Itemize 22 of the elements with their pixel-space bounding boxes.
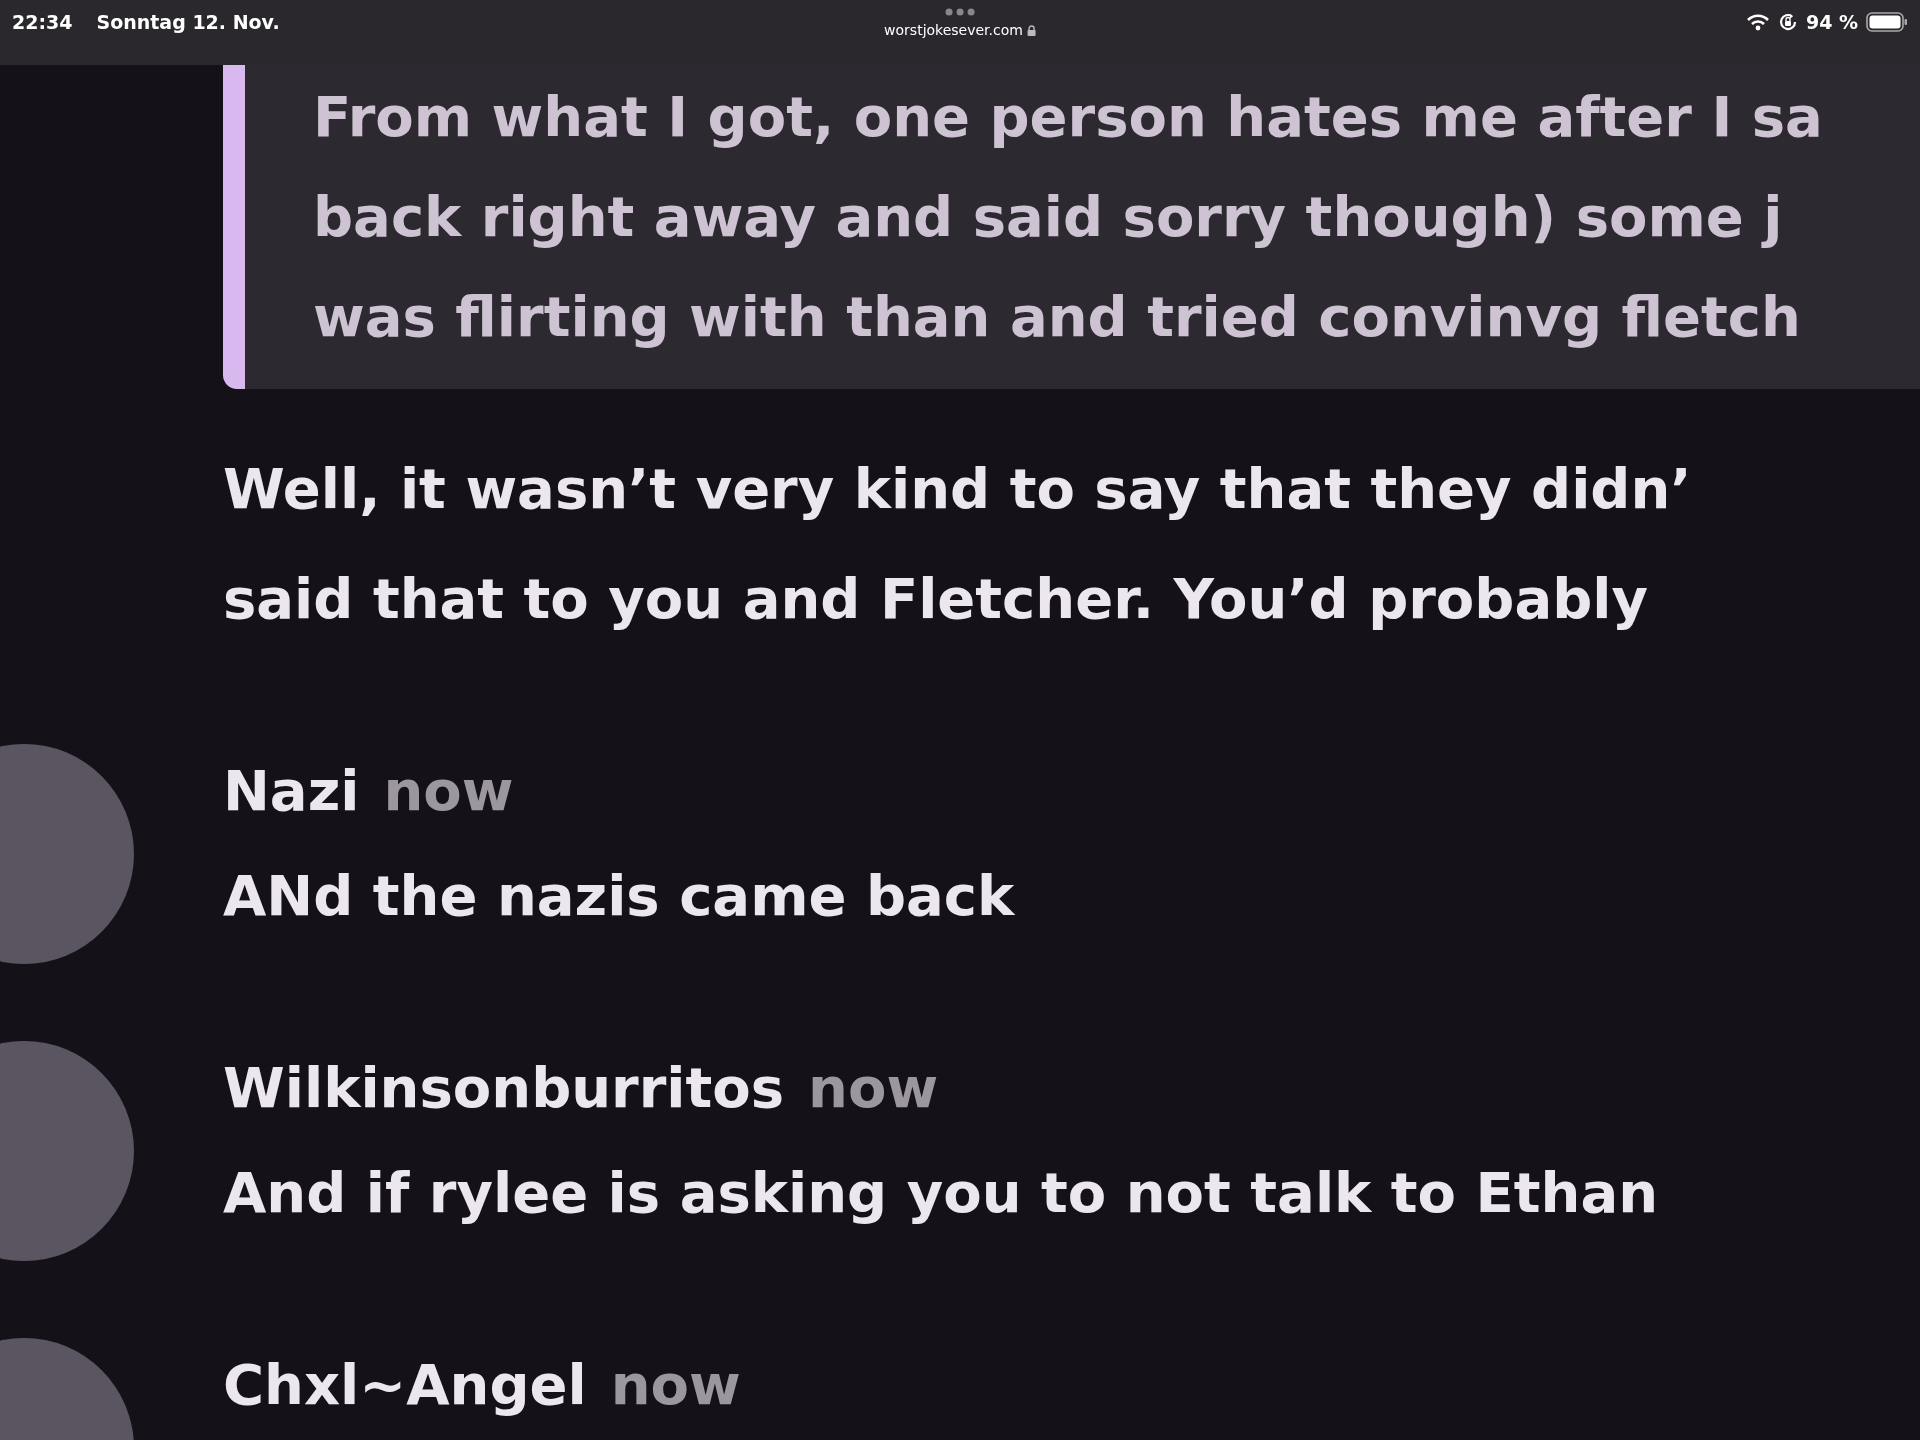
lock-icon: [1026, 25, 1036, 36]
quote-text-line: was flirting with than and tried convinvg fletch: [313, 283, 1802, 351]
status-date: Sonntag 12. Nov.: [96, 10, 280, 35]
author-name[interactable]: Wilkinsonburritos: [223, 1046, 785, 1130]
author-name[interactable]: Nazi: [223, 749, 360, 833]
wifi-icon: [1745, 13, 1770, 32]
message-time: now: [610, 1351, 741, 1419]
message-text-line: And if rylee is asking you to not talk to Ethan: [223, 1159, 1660, 1227]
quote-text-line: From what I got, one person hates me after I sa: [313, 83, 1824, 151]
message-text-line: ANd the nazis came back: [223, 862, 1016, 930]
battery-icon: [1866, 12, 1908, 33]
quote-text-line: back right away and said sorry though) some j: [313, 183, 1784, 251]
message-time: now: [808, 1054, 939, 1122]
message-text-line: Well, it wasn’t very kind to say that they didn’: [223, 455, 1693, 523]
message-text-line: said that to you and Fletcher. You’d probably: [223, 565, 1649, 633]
battery-percentage: 94 %: [1805, 10, 1858, 35]
more-dots-icon[interactable]: [945, 8, 975, 16]
message-time: now: [383, 757, 514, 825]
rotation-lock-icon: [1777, 12, 1798, 33]
status-time: 22:34: [12, 10, 73, 35]
url-text[interactable]: worstjokesever.com: [884, 20, 1023, 41]
author-name[interactable]: Chxl~Angel: [223, 1343, 587, 1427]
